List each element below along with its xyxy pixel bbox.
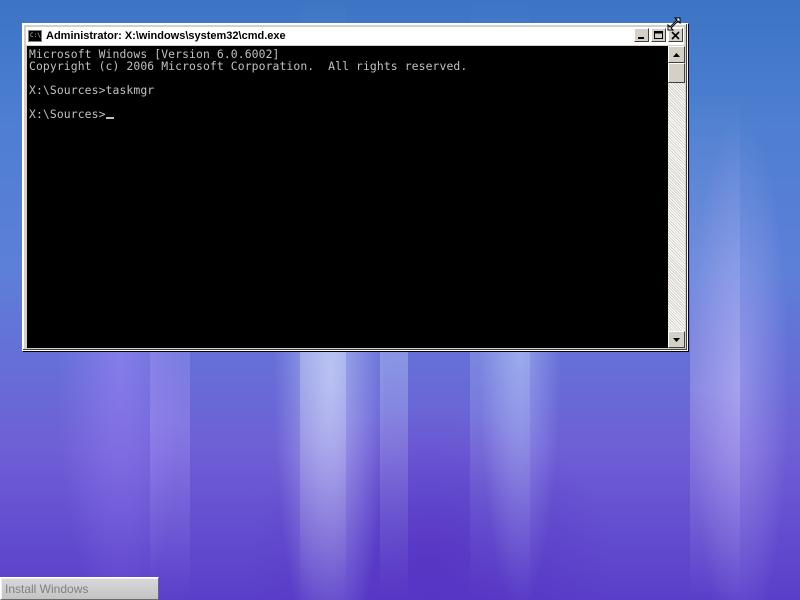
text-cursor [105,117,114,119]
taskbar-button-label: Install Windows [5,581,89,596]
console-line: Copyright (c) 2006 Microsoft Corporation… [29,59,468,73]
install-windows-taskbar-button[interactable]: Install Windows [0,577,159,600]
scrollbar-thumb[interactable] [668,63,685,83]
resize-cursor-icon [667,17,681,31]
command-prompt-window[interactable]: C:\ Administrator: X:\windows\system32\c… [22,23,688,351]
cmd-icon[interactable]: C:\ [28,30,42,42]
maximize-button[interactable] [651,28,666,42]
desktop-light-streak [690,0,740,600]
console-prompt: X:\Sources> [29,107,106,121]
console-output[interactable]: Microsoft Windows [Version 6.0.6002] Cop… [27,46,668,348]
title-bar[interactable]: C:\ Administrator: X:\windows\system32\c… [26,27,684,45]
minimize-button[interactable] [634,28,649,42]
arrow-up-icon [673,52,680,57]
console-prompt-line[interactable]: X:\Sources> [29,108,114,120]
scroll-down-button[interactable] [668,331,685,348]
arrow-down-icon [673,337,680,342]
console-line: X:\Sources>taskmgr [29,83,155,97]
maximize-icon [654,30,663,39]
minimize-icon [638,36,644,39]
vertical-scrollbar[interactable] [668,46,685,348]
window-title: Administrator: X:\windows\system32\cmd.e… [46,30,286,42]
scroll-up-button[interactable] [668,46,685,63]
